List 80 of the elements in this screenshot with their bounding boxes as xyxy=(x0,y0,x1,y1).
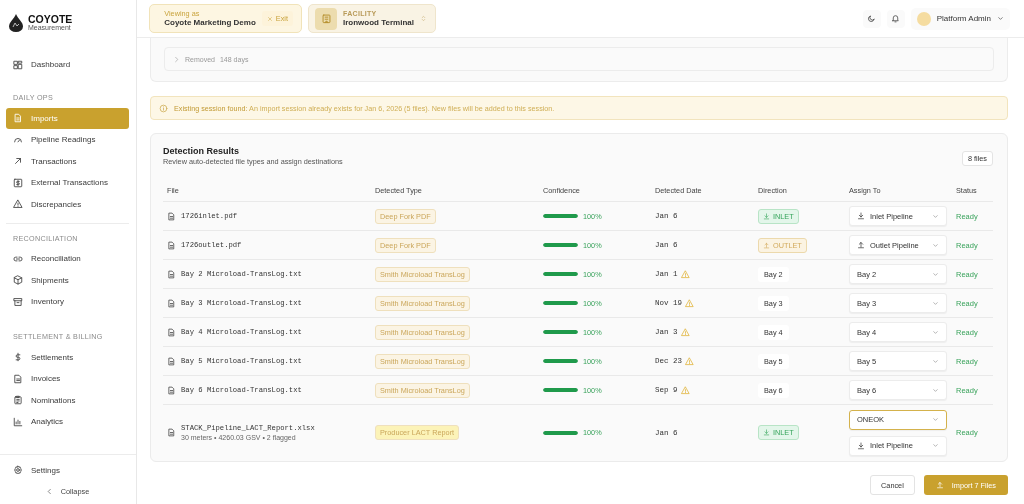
sidebar-item[interactable]: Settlements xyxy=(6,346,129,368)
file-icon xyxy=(167,356,176,366)
avatar-icon xyxy=(916,11,931,26)
file-icon xyxy=(167,240,176,250)
confidence-bar xyxy=(543,330,578,334)
warning-icon xyxy=(680,269,690,279)
warning-icon xyxy=(685,356,694,366)
settings-item[interactable]: Settings xyxy=(6,459,129,481)
file-icon xyxy=(167,211,176,221)
sidebar-item[interactable]: Analytics xyxy=(6,411,129,433)
chevron-down-icon xyxy=(932,357,939,365)
warning-icon xyxy=(685,298,694,308)
notifications-button[interactable] xyxy=(886,9,905,28)
download-icon xyxy=(857,441,865,450)
file-icon xyxy=(13,113,23,124)
confidence-bar xyxy=(543,430,578,435)
warning-icon xyxy=(680,385,690,395)
moon-icon xyxy=(867,14,877,23)
confidence-bar xyxy=(543,243,578,247)
theme-toggle-icon[interactable] xyxy=(862,9,881,28)
organization-name: Coyote Marketing Demo xyxy=(164,18,256,28)
sidebar-item[interactable]: Shipments xyxy=(6,269,129,291)
confidence-bar xyxy=(543,388,578,392)
file-icon xyxy=(167,327,176,337)
warning-icon xyxy=(13,199,23,210)
file-icon xyxy=(167,385,176,395)
logo-icon xyxy=(9,13,23,32)
sidebar-item[interactable]: Discrepancies xyxy=(6,193,129,215)
chevron-down-icon xyxy=(932,386,939,394)
arrow-icon xyxy=(13,156,23,167)
chevron-right-icon xyxy=(173,55,180,63)
download-icon xyxy=(857,212,865,220)
sidebar-item[interactable]: Reconciliation xyxy=(6,248,129,270)
chevron-down-icon xyxy=(932,416,939,423)
settings-icon xyxy=(13,465,23,476)
confidence-bar xyxy=(543,301,578,305)
chevron-left-icon xyxy=(45,488,53,495)
chevron-down-icon xyxy=(932,241,939,249)
upload-icon xyxy=(763,241,770,249)
chevron-up-down-icon xyxy=(419,15,427,22)
file-icon xyxy=(167,269,176,279)
document-icon xyxy=(13,373,23,384)
card-title: Detection Results xyxy=(163,146,241,157)
bell-icon xyxy=(891,14,901,23)
user-menu[interactable]: Platform Admin xyxy=(910,7,1010,30)
package-icon xyxy=(13,275,23,286)
chevron-down-icon xyxy=(932,442,939,449)
chevron-down-icon xyxy=(932,299,939,307)
sidebar-item[interactable]: Pipeline Readings xyxy=(6,129,129,151)
clipboard-icon xyxy=(13,395,23,406)
dollar-box-icon xyxy=(13,177,23,188)
confidence-bar xyxy=(543,272,578,276)
close-icon xyxy=(266,15,273,22)
download-icon xyxy=(763,212,770,220)
file-icon xyxy=(167,298,176,308)
building-drawing xyxy=(320,13,332,24)
confidence-bar xyxy=(543,359,578,363)
info-icon xyxy=(159,103,168,113)
upload-icon xyxy=(857,241,865,249)
dollar-icon xyxy=(13,352,23,363)
sidebar-item[interactable]: Nominations xyxy=(6,389,129,411)
chevron-down-icon xyxy=(932,212,939,220)
sidebar-item[interactable]: Invoices xyxy=(6,368,129,390)
bar-chart-icon xyxy=(13,416,23,427)
download-icon xyxy=(763,429,770,436)
brand-name: COYOTE xyxy=(28,13,73,25)
link-icon xyxy=(13,253,23,264)
confidence-bar xyxy=(543,214,578,218)
dashboard-icon xyxy=(13,59,23,70)
chevron-down-icon xyxy=(932,270,939,278)
sidebar-item[interactable]: Dashboard xyxy=(6,54,129,76)
upload-icon xyxy=(935,481,944,489)
sidebar-item[interactable]: Inventory xyxy=(6,291,129,313)
sidebar-item[interactable]: Transactions xyxy=(6,150,129,172)
file-icon xyxy=(167,428,176,437)
sidebar-item[interactable]: External Transactions xyxy=(6,172,129,194)
warning-icon xyxy=(680,327,690,337)
chevron-down-icon xyxy=(997,15,1004,22)
archive-icon xyxy=(13,296,23,307)
chevron-down-icon xyxy=(932,328,939,336)
